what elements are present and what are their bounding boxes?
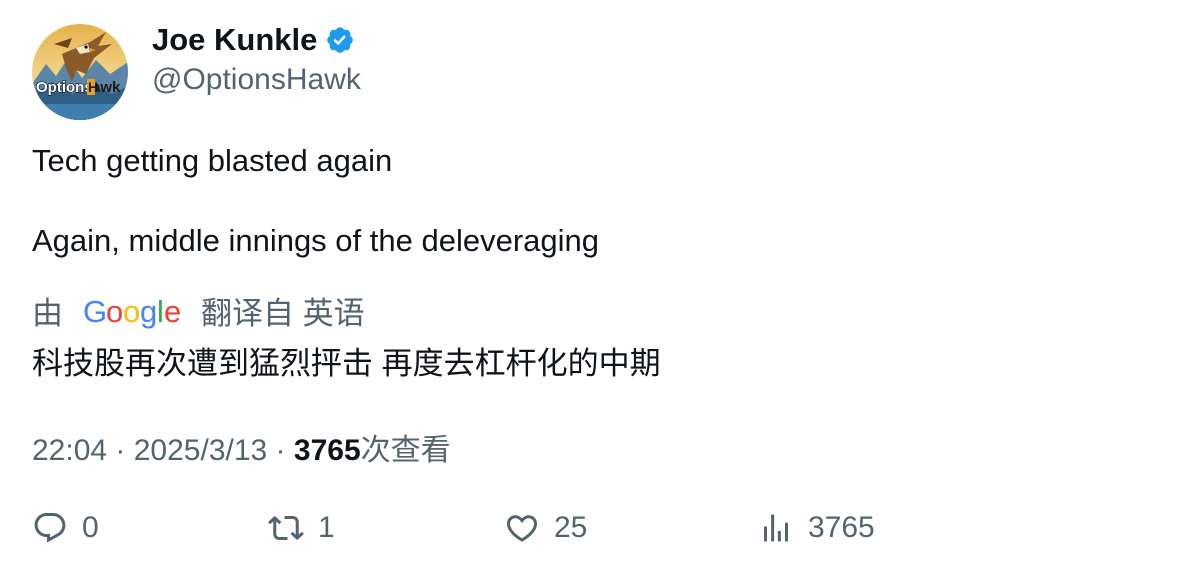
- view-count: 3765: [808, 511, 875, 544]
- tweet-date[interactable]: 2025/3/13: [134, 434, 267, 468]
- meta-separator: ·: [267, 434, 294, 467]
- views-button[interactable]: 3765: [758, 510, 875, 546]
- svg-text:H: H: [88, 79, 98, 95]
- heart-icon: [506, 515, 538, 542]
- svg-text:g: g: [140, 294, 157, 329]
- like-button[interactable]: 25: [504, 510, 587, 546]
- views-count: 3765: [293, 434, 361, 467]
- action-bar: 0 1 25 3765: [0, 510, 1196, 554]
- translation-attribution: 由 G o o g l e 翻译自 英语: [32, 288, 365, 333]
- google-logo-icon: G o o g l e: [83, 294, 181, 329]
- reply-count: 0: [82, 511, 99, 544]
- reply-icon: [34, 513, 66, 543]
- views-label: 次查看: [360, 434, 451, 467]
- translated-from-label[interactable]: 翻译自 英语: [201, 288, 365, 333]
- tweet-text-line-2: Again, middle innings of the deleveragin…: [32, 223, 599, 258]
- avatar[interactable]: Options awk H: [32, 24, 128, 120]
- reply-button[interactable]: 0: [32, 510, 99, 546]
- author-handle[interactable]: @OptionsHawk: [152, 63, 361, 97]
- svg-text:G: G: [83, 294, 107, 329]
- hawk-logo-icon: Options awk H: [32, 24, 128, 120]
- svg-text:e: e: [164, 294, 181, 329]
- author-name-row: Joe Kunkle: [152, 22, 355, 58]
- author-name[interactable]: Joe Kunkle: [152, 22, 317, 58]
- tweet-meta: 22:04 · 2025/3/13 · 3765 次查看: [32, 425, 451, 469]
- svg-text:l: l: [157, 294, 164, 329]
- repost-button[interactable]: 1: [268, 510, 335, 546]
- svg-text:Options: Options: [36, 79, 93, 96]
- tweet-time[interactable]: 22:04: [32, 434, 107, 468]
- translated-by-label: 由: [32, 296, 63, 331]
- meta-separator: ·: [107, 434, 134, 467]
- repost-count: 1: [318, 511, 335, 544]
- like-count: 25: [554, 511, 588, 544]
- analytics-icon: [764, 514, 788, 542]
- svg-text:o: o: [106, 294, 123, 329]
- repost-icon: [268, 515, 304, 541]
- svg-text:o: o: [123, 294, 140, 329]
- tweet-text-line-1: Tech getting blasted again: [32, 143, 393, 178]
- translated-text: 科技股再次遭到猛烈抨击 再度去杠杆化的中期: [32, 346, 661, 381]
- verified-badge-icon[interactable]: [325, 25, 355, 55]
